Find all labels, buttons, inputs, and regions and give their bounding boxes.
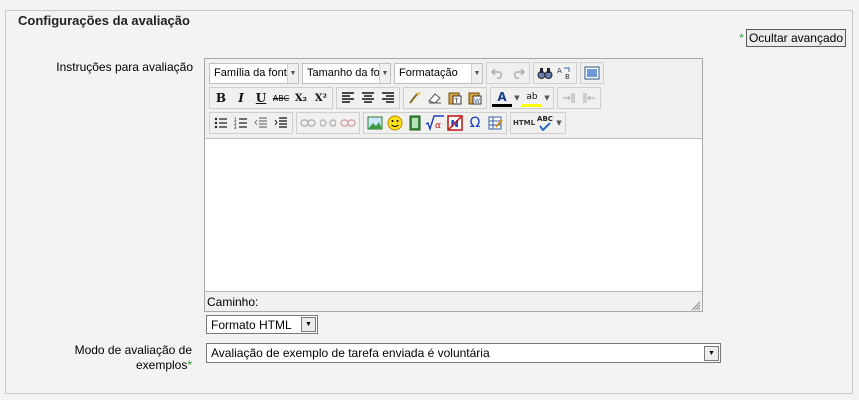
equation-icon[interactable]: α bbox=[425, 113, 445, 133]
chevron-down-icon[interactable]: ▼ bbox=[554, 113, 564, 133]
bold-icon[interactable]: B bbox=[211, 88, 231, 108]
undo-icon[interactable] bbox=[488, 63, 508, 83]
paste-text-icon[interactable]: T bbox=[445, 88, 465, 108]
numbered-list-icon[interactable]: 123 bbox=[231, 113, 251, 133]
spellcheck-icon[interactable]: ABC bbox=[536, 113, 554, 133]
fieldset-legend: Configurações da avaliação bbox=[16, 13, 192, 28]
format-block-select[interactable]: Formatação ▼ bbox=[394, 62, 483, 84]
text-color-icon[interactable]: A bbox=[492, 89, 512, 107]
required-star: * bbox=[739, 31, 744, 45]
font-family-select[interactable]: Família da font ▼ bbox=[209, 62, 299, 84]
list-group: 123 bbox=[209, 112, 293, 134]
mode-select[interactable]: Avaliação de exemplo de tarefa enviada é… bbox=[206, 343, 721, 363]
link-icon[interactable] bbox=[298, 113, 318, 133]
fullscreen-group bbox=[580, 62, 604, 84]
svg-text:3: 3 bbox=[234, 125, 237, 129]
nolink-icon[interactable]: N bbox=[445, 113, 465, 133]
anchor-icon[interactable] bbox=[338, 113, 358, 133]
fullscreen-icon[interactable] bbox=[582, 63, 602, 83]
svg-text:A: A bbox=[557, 67, 562, 75]
mode-label: Modo de avaliação de exemplos* bbox=[20, 343, 192, 373]
direction-group bbox=[557, 87, 601, 109]
advanced-toggle-wrap: * Ocultar avançado bbox=[739, 29, 846, 47]
redo-icon[interactable] bbox=[508, 63, 528, 83]
text-style-group: B I U ABC X₂ X² bbox=[209, 87, 333, 109]
chevron-down-icon: ▼ bbox=[301, 317, 316, 332]
cleanup-icon[interactable] bbox=[405, 88, 425, 108]
html-source-icon[interactable]: HTML bbox=[512, 113, 536, 133]
chevron-down-icon: ▼ bbox=[287, 63, 298, 83]
source-group: HTML ABC ▼ bbox=[510, 112, 566, 134]
unlink-icon[interactable] bbox=[318, 113, 338, 133]
strikethrough-icon[interactable]: ABC bbox=[271, 88, 291, 108]
rich-text-editor: Família da font ▼ Tamanho da fo ▼ Format… bbox=[204, 58, 703, 312]
format-block-value: Formatação bbox=[399, 67, 458, 79]
chevron-down-icon: ▼ bbox=[471, 63, 482, 83]
font-size-value: Tamanho da fo bbox=[307, 67, 379, 79]
align-center-icon[interactable] bbox=[358, 88, 378, 108]
svg-text:B: B bbox=[565, 73, 570, 80]
mode-select-value: Avaliação de exemplo de tarefa enviada é… bbox=[211, 346, 490, 360]
required-star: * bbox=[187, 358, 192, 372]
mode-label-line2-wrap: exemplos* bbox=[20, 358, 192, 373]
rtl-icon[interactable] bbox=[579, 88, 599, 108]
svg-text:W: W bbox=[474, 98, 480, 105]
bullet-list-icon[interactable] bbox=[211, 113, 231, 133]
editor-path-label: Caminho: bbox=[207, 295, 259, 309]
toolbar-row-2: B I U ABC X₂ X² T W A ▼ ab ▼ bbox=[209, 86, 604, 110]
toolbar-row-1: Família da font ▼ Tamanho da fo ▼ Format… bbox=[209, 61, 607, 85]
subscript-icon[interactable]: X₂ bbox=[291, 88, 311, 108]
find-group: AB bbox=[533, 62, 577, 84]
mode-label-line2: exemplos bbox=[135, 358, 188, 372]
table-icon[interactable] bbox=[485, 113, 505, 133]
undo-redo-group bbox=[486, 62, 530, 84]
ltr-icon[interactable] bbox=[559, 88, 579, 108]
chevron-down-icon[interactable]: ▼ bbox=[512, 88, 522, 108]
indent-icon[interactable] bbox=[271, 113, 291, 133]
superscript-icon[interactable]: X² bbox=[311, 88, 331, 108]
replace-icon[interactable]: AB bbox=[555, 63, 575, 83]
image-icon[interactable] bbox=[365, 113, 385, 133]
svg-text:α: α bbox=[435, 121, 441, 131]
text-format-select[interactable]: Formato HTML ▼ bbox=[206, 315, 318, 334]
align-group bbox=[336, 87, 400, 109]
toolbar-row-3: 123 α N Ω HTML ABC ▼ bbox=[209, 111, 569, 135]
svg-text:T: T bbox=[454, 98, 459, 105]
insert-group: α N Ω bbox=[363, 112, 507, 134]
link-group bbox=[296, 112, 360, 134]
remove-format-icon[interactable] bbox=[425, 88, 445, 108]
align-left-icon[interactable] bbox=[338, 88, 358, 108]
color-group: A ▼ ab ▼ bbox=[490, 87, 554, 109]
font-size-select[interactable]: Tamanho da fo ▼ bbox=[302, 62, 391, 84]
special-char-icon[interactable]: Ω bbox=[465, 113, 485, 133]
font-family-value: Família da font bbox=[214, 67, 287, 79]
hide-advanced-button[interactable]: Ocultar avançado bbox=[745, 29, 846, 47]
outdent-icon[interactable] bbox=[251, 113, 271, 133]
chevron-down-icon: ▼ bbox=[379, 63, 390, 83]
instructions-label: Instruções para avaliação bbox=[56, 60, 193, 74]
editor-content-area[interactable] bbox=[205, 138, 702, 292]
chevron-down-icon[interactable]: ▼ bbox=[542, 88, 552, 108]
clipboard-group: T W bbox=[403, 87, 487, 109]
media-icon[interactable] bbox=[405, 113, 425, 133]
find-icon[interactable] bbox=[535, 63, 555, 83]
underline-icon[interactable]: U bbox=[251, 88, 271, 108]
mode-label-line1: Modo de avaliação de bbox=[74, 343, 192, 357]
chevron-down-icon: ▼ bbox=[704, 345, 719, 361]
resize-handle-icon[interactable] bbox=[691, 300, 701, 311]
paste-word-icon[interactable]: W bbox=[465, 88, 485, 108]
align-right-icon[interactable] bbox=[378, 88, 398, 108]
italic-icon[interactable]: I bbox=[231, 88, 251, 108]
emoticon-icon[interactable] bbox=[385, 113, 405, 133]
text-format-value: Formato HTML bbox=[211, 317, 292, 332]
highlight-color-icon[interactable]: ab bbox=[522, 89, 542, 107]
